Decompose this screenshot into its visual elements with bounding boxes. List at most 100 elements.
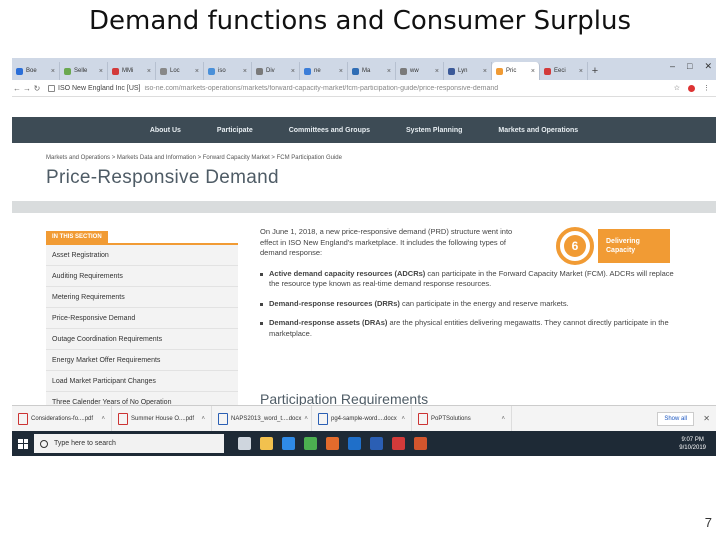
download-filename: pg4-sample-word....docx: [331, 416, 397, 422]
browser-tab[interactable]: Ma ×: [348, 62, 396, 80]
tab-close-icon[interactable]: ×: [531, 68, 535, 75]
tab-label: Selle: [74, 68, 88, 74]
tab-close-icon[interactable]: ×: [579, 68, 583, 75]
browser-tab[interactable]: ww ×: [396, 62, 444, 80]
nav-system-planning[interactable]: System Planning: [406, 127, 462, 134]
tab-favicon-icon: [112, 67, 119, 75]
start-button[interactable]: [12, 431, 34, 456]
tab-close-icon[interactable]: ×: [99, 68, 103, 75]
chevron-up-icon[interactable]: ˄: [401, 416, 405, 422]
minimize-icon[interactable]: –: [670, 61, 675, 72]
pdf-file-icon: [18, 413, 28, 425]
tab-close-icon[interactable]: ×: [291, 68, 295, 75]
edge-icon[interactable]: [282, 437, 295, 450]
browser-tab[interactable]: Lyn ×: [444, 62, 492, 80]
outlook-icon[interactable]: [348, 437, 361, 450]
tab-favicon-icon: [496, 67, 503, 75]
bullet-icon: [260, 272, 263, 276]
tab-label: ww: [410, 68, 419, 74]
tab-favicon-icon: [160, 67, 167, 75]
nav-participate[interactable]: Participate: [217, 127, 253, 134]
browser-tab[interactable]: Eeci ×: [540, 62, 588, 80]
address-bar[interactable]: ← → ↻ ISO New England Inc [US] iso-ne.co…: [12, 80, 716, 97]
browser-tab[interactable]: ne ×: [300, 62, 348, 80]
chevron-up-icon[interactable]: ˄: [304, 416, 308, 422]
browser-tab[interactable]: Selle ×: [60, 62, 108, 80]
download-filename: Summer House O....pdf: [131, 416, 195, 422]
sidebar-item-metering[interactable]: Metering Requirements: [46, 287, 238, 308]
slide-number: 7: [704, 515, 712, 530]
chevron-up-icon[interactable]: ˄: [501, 416, 505, 422]
tab-label: Pric: [506, 68, 517, 74]
download-item[interactable]: Considerations-fo....pdf ˄: [12, 406, 112, 432]
download-item[interactable]: PoPTSolutions ˄: [412, 406, 512, 432]
star-icon[interactable]: ☆: [674, 84, 680, 92]
maximize-icon[interactable]: □: [687, 61, 692, 72]
tab-close-icon[interactable]: ×: [435, 68, 439, 75]
list-item: Demand-response resources (DRRs) can par…: [260, 299, 680, 310]
menu-icon[interactable]: ⋮: [703, 84, 710, 92]
acrobat-icon[interactable]: [392, 437, 405, 450]
site-nav: About Us Participate Committees and Grou…: [12, 117, 716, 143]
show-all-button[interactable]: Show all: [657, 412, 694, 426]
tab-favicon-icon: [208, 67, 215, 75]
tab-close-icon[interactable]: ×: [147, 68, 151, 75]
sidebar-item-outage-coordination[interactable]: Outage Coordination Requirements: [46, 329, 238, 350]
tab-favicon-icon: [544, 67, 551, 75]
forward-icon[interactable]: →: [22, 84, 32, 93]
sidebar-item-energy-market-offer[interactable]: Energy Market Offer Requirements: [46, 350, 238, 371]
clock-date: 9/10/2019: [679, 444, 706, 451]
sidebar-item-load-market-changes[interactable]: Load Market Participant Changes: [46, 371, 238, 392]
tab-close-icon[interactable]: ×: [339, 68, 343, 75]
bullet-icon: [260, 322, 263, 325]
page-content: Markets and Operations > Markets Data an…: [12, 143, 716, 413]
chrome-icon[interactable]: [304, 437, 317, 450]
tab-favicon-icon: [352, 67, 359, 75]
nav-markets-operations[interactable]: Markets and Operations: [498, 127, 578, 134]
browser-tab[interactable]: iso ×: [204, 62, 252, 80]
tab-close-icon[interactable]: ×: [195, 68, 199, 75]
extension-icon[interactable]: [688, 84, 695, 92]
tab-close-icon[interactable]: ×: [243, 68, 247, 75]
task-view-icon[interactable]: [238, 437, 251, 450]
bullet-term: Demand-response assets (DRAs): [269, 318, 388, 327]
system-clock[interactable]: 9:07 PM 9/10/2019: [679, 436, 706, 452]
new-tab-icon[interactable]: +: [588, 62, 602, 80]
close-window-icon[interactable]: ✕: [704, 61, 712, 72]
tab-close-icon[interactable]: ×: [51, 68, 55, 75]
back-icon[interactable]: ←: [12, 84, 22, 93]
tab-close-icon[interactable]: ×: [483, 68, 487, 75]
download-item[interactable]: NAPS2013_word_t....docx ˄: [212, 406, 312, 432]
tab-favicon-icon: [304, 67, 311, 75]
nav-about-us[interactable]: About Us: [150, 127, 181, 134]
browser-tab[interactable]: MMi ×: [108, 62, 156, 80]
browser-tab[interactable]: Loc ×: [156, 62, 204, 80]
download-item[interactable]: pg4-sample-word....docx ˄: [312, 406, 412, 432]
close-downloads-icon[interactable]: ✕: [703, 414, 710, 423]
powerpoint-icon[interactable]: [414, 437, 427, 450]
file-explorer-icon[interactable]: [260, 437, 273, 450]
sidebar-item-price-responsive-demand[interactable]: Price-Responsive Demand: [46, 308, 238, 329]
matlab-icon[interactable]: [326, 437, 339, 450]
browser-tab[interactable]: Pric ×: [492, 62, 540, 80]
taskbar-search[interactable]: Type here to search: [34, 434, 224, 453]
tab-strip: Boe × Selle × MMi × Loc × iso × Div × ne × Ma × ww × Lyn × P…: [12, 58, 716, 80]
chevron-up-icon[interactable]: ˄: [101, 416, 105, 422]
reload-icon[interactable]: ↻: [32, 84, 42, 93]
chevron-up-icon[interactable]: ˄: [201, 416, 205, 422]
tab-close-icon[interactable]: ×: [387, 68, 391, 75]
breadcrumb[interactable]: Markets and Operations > Markets Data an…: [46, 155, 342, 161]
tab-label: Div: [266, 68, 275, 74]
browser-tab[interactable]: Div ×: [252, 62, 300, 80]
browser-tab[interactable]: Boe ×: [12, 62, 60, 80]
word-icon[interactable]: [370, 437, 383, 450]
sidebar-item-auditing[interactable]: Auditing Requirements: [46, 266, 238, 287]
sidebar-item-asset-registration[interactable]: Asset Registration: [46, 245, 238, 266]
demand-response-list: Active demand capacity resources (ADCRs)…: [260, 269, 700, 340]
word-file-icon: [318, 413, 328, 425]
delivering-capacity-graphic: 6 Delivering Capacity: [556, 227, 670, 269]
download-item[interactable]: Summer House O....pdf ˄: [112, 406, 212, 432]
nav-committees[interactable]: Committees and Groups: [289, 127, 370, 134]
capacity-label: Delivering Capacity: [598, 229, 670, 263]
url-text[interactable]: iso-ne.com/markets-operations/markets/fo…: [144, 85, 498, 92]
